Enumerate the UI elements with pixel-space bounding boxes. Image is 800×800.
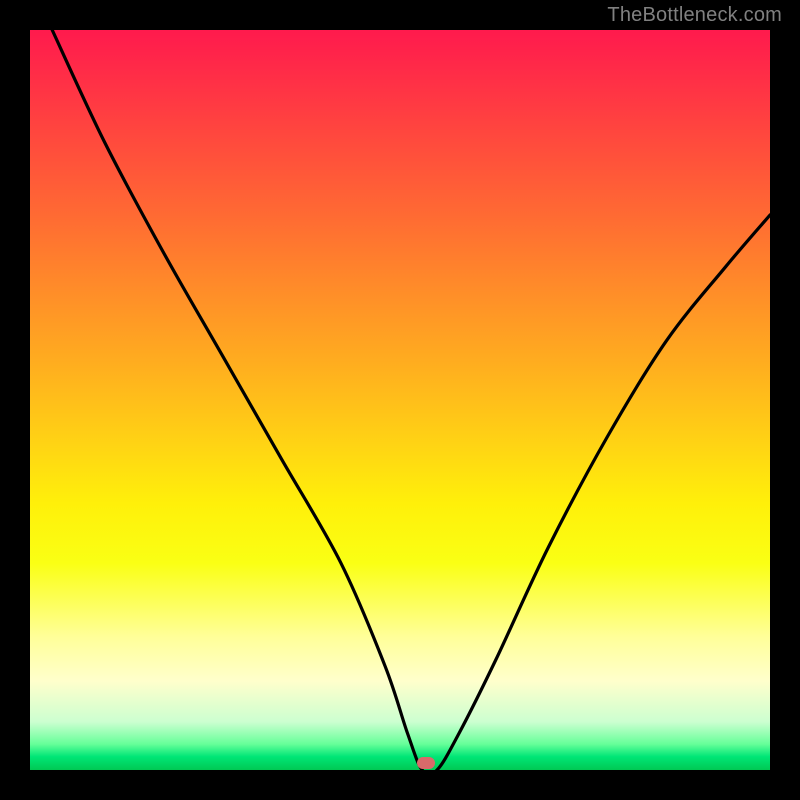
optimal-point-marker — [417, 757, 435, 769]
plot-area — [30, 30, 770, 770]
chart-frame: TheBottleneck.com — [0, 0, 800, 800]
watermark-text: TheBottleneck.com — [607, 4, 782, 27]
bottleneck-curve — [52, 30, 770, 770]
curve-svg — [30, 30, 770, 770]
